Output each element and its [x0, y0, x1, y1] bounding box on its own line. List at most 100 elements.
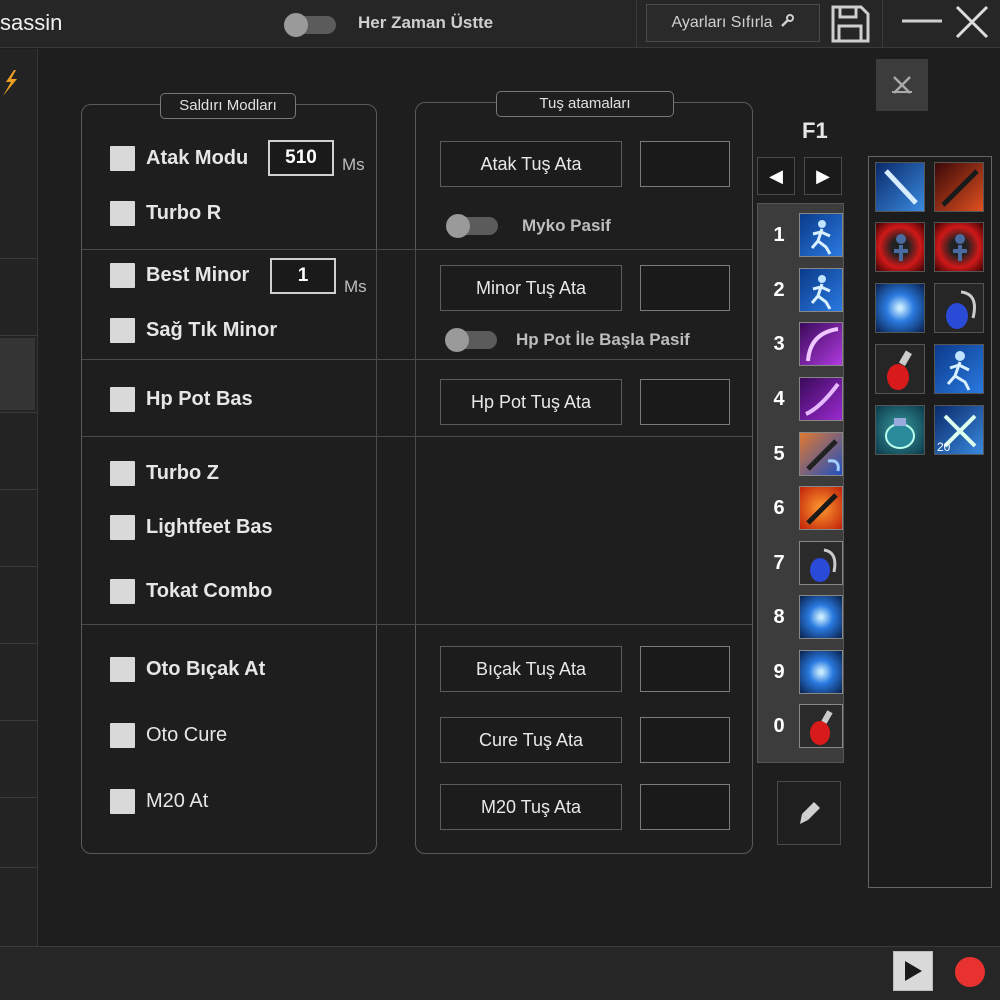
- blue-potion-icon[interactable]: [934, 283, 984, 333]
- lightfeet-bas-checkbox[interactable]: [110, 515, 135, 540]
- bicak-key-box[interactable]: [640, 646, 730, 692]
- m20-at-checkbox[interactable]: [110, 789, 135, 814]
- atak-key-box[interactable]: [640, 141, 730, 187]
- atak-modu-label: Atak Modu: [146, 147, 249, 169]
- cure-assign-button[interactable]: Cure Tuş Ata: [440, 717, 622, 763]
- hp-pot-bas-checkbox[interactable]: [110, 387, 135, 412]
- hotbar-next-button[interactable]: ▶: [804, 157, 842, 195]
- best-minor-ms-unit: Ms: [344, 277, 367, 296]
- slot-number: 4: [773, 388, 785, 410]
- best-minor-checkbox[interactable]: [110, 263, 135, 288]
- tokat-combo-row[interactable]: Tokat Combo: [110, 579, 272, 604]
- turbo-z-row[interactable]: Turbo Z: [110, 461, 219, 486]
- lightfeet-bas-label: Lightfeet Bas: [146, 516, 273, 538]
- start-button[interactable]: [893, 951, 933, 991]
- sag-tik-minor-label: Sağ Tık Minor: [146, 319, 278, 341]
- oto-cure-label: Oto Cure: [146, 724, 228, 746]
- hp-pot-key-box[interactable]: [640, 379, 730, 425]
- hp-pot-bas-row[interactable]: Hp Pot Bas: [110, 387, 253, 412]
- turbo-z-checkbox[interactable]: [110, 461, 135, 486]
- cure-jar-icon[interactable]: [875, 405, 925, 455]
- atak-modu-row[interactable]: Atak Modu: [110, 146, 248, 171]
- atak-assign-button[interactable]: Atak Tuş Ata: [440, 141, 622, 187]
- red-aura-figure-icon[interactable]: [934, 222, 984, 272]
- lightning-icon: [0, 68, 18, 103]
- hp-pot-assign-button[interactable]: Hp Pot Tuş Ata: [440, 379, 622, 425]
- blue-potion-icon[interactable]: [799, 541, 843, 585]
- purple-slash-icon[interactable]: [799, 377, 843, 421]
- red-potion-icon[interactable]: [875, 344, 925, 394]
- m20-key-box[interactable]: [640, 784, 730, 830]
- m20-at-row[interactable]: M20 At: [110, 789, 208, 814]
- turbo-r-checkbox[interactable]: [110, 201, 135, 226]
- attack-modes-legend: Saldırı Modları: [160, 93, 296, 119]
- minor-key-box[interactable]: [640, 265, 730, 311]
- sag-tik-minor-checkbox[interactable]: [110, 318, 135, 343]
- floppy-disk-icon: [831, 5, 870, 43]
- crossed-daggers-icon[interactable]: 20: [934, 405, 984, 455]
- brush-icon: [800, 802, 820, 824]
- slot-number: 6: [773, 497, 785, 519]
- blue-dagger-icon[interactable]: [875, 162, 925, 212]
- atak-modu-ms-unit: Ms: [342, 155, 365, 174]
- skill-count: 20: [937, 440, 951, 454]
- blue-burst-icon[interactable]: [875, 283, 925, 333]
- close-icon: [955, 5, 989, 39]
- slot-number: 5: [773, 443, 785, 465]
- reset-settings-button[interactable]: Ayarları Sıfırla: [646, 4, 820, 42]
- triangle-right-icon: ▶: [816, 165, 830, 186]
- fire-dagger-icon[interactable]: [934, 162, 984, 212]
- slot-number: 3: [773, 333, 785, 355]
- slot-number: 0: [773, 715, 785, 737]
- running-figure-icon[interactable]: [799, 268, 843, 312]
- myko-pasif-label: Myko Pasif: [522, 216, 611, 235]
- bicak-assign-button[interactable]: Bıçak Tuş Ata: [440, 646, 622, 692]
- oto-bicak-at-label: Oto Bıçak At: [146, 658, 266, 680]
- crossed-swords-icon: [892, 76, 912, 94]
- minimize-icon: [902, 19, 942, 23]
- reset-settings-label: Ayarları Sıfırla: [671, 14, 773, 31]
- skill-panel-close-button[interactable]: [876, 59, 928, 111]
- tokat-combo-checkbox[interactable]: [110, 579, 135, 604]
- triangle-left-icon: ◀: [769, 165, 783, 186]
- turbo-r-row[interactable]: Turbo R: [110, 201, 221, 226]
- minimize-button[interactable]: [900, 4, 944, 42]
- sag-tik-minor-row[interactable]: Sağ Tık Minor: [110, 318, 277, 343]
- running-figure-icon[interactable]: [934, 344, 984, 394]
- left-nav-strip: [0, 49, 38, 946]
- dagger-fire-icon[interactable]: [799, 486, 843, 530]
- red-aura-figure-icon[interactable]: [875, 222, 925, 272]
- cure-key-box[interactable]: [640, 717, 730, 763]
- red-potion-icon[interactable]: [799, 704, 843, 748]
- save-button[interactable]: [828, 4, 872, 44]
- oto-cure-checkbox[interactable]: [110, 723, 135, 748]
- topmost-toggle[interactable]: [284, 13, 336, 37]
- oto-bicak-at-checkbox[interactable]: [110, 657, 135, 682]
- clear-hotbar-button[interactable]: [777, 781, 841, 845]
- hp-pot-start-label: Hp Pot İle Başla Pasif: [516, 330, 690, 349]
- record-button[interactable]: [955, 957, 985, 987]
- running-figure-icon[interactable]: [799, 213, 843, 257]
- slot-number: 2: [773, 279, 785, 301]
- m20-assign-button[interactable]: M20 Tuş Ata: [440, 784, 622, 830]
- atak-modu-checkbox[interactable]: [110, 146, 135, 171]
- purple-slash-icon[interactable]: [799, 322, 843, 366]
- left-nav-active-item[interactable]: [0, 338, 35, 410]
- dagger-swirl-icon[interactable]: [799, 432, 843, 476]
- blue-burst-icon[interactable]: [799, 595, 843, 639]
- close-button[interactable]: [952, 2, 992, 42]
- slot-number: 1: [773, 224, 785, 246]
- myko-pasif-toggle[interactable]: [446, 214, 498, 238]
- oto-bicak-at-row[interactable]: Oto Bıçak At: [110, 657, 265, 682]
- oto-cure-row[interactable]: Oto Cure: [110, 723, 227, 748]
- atak-modu-ms-input[interactable]: 510: [268, 140, 334, 176]
- key-bindings-legend: Tuş atamaları: [496, 91, 674, 117]
- hotbar-prev-button[interactable]: ◀: [757, 157, 795, 195]
- blue-burst-icon[interactable]: [799, 650, 843, 694]
- best-minor-row[interactable]: Best Minor: [110, 263, 249, 288]
- play-icon: [905, 961, 922, 981]
- best-minor-ms-input[interactable]: 1: [270, 258, 336, 294]
- lightfeet-bas-row[interactable]: Lightfeet Bas: [110, 515, 273, 540]
- hp-pot-start-toggle[interactable]: [445, 328, 497, 352]
- minor-assign-button[interactable]: Minor Tuş Ata: [440, 265, 622, 311]
